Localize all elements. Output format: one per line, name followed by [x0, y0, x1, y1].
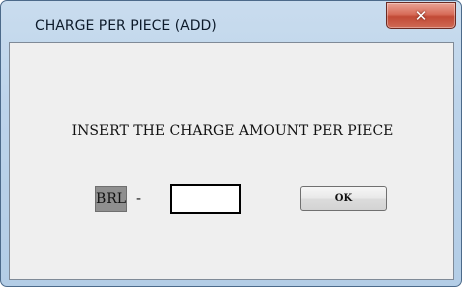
dialog-window: CHARGE PER PIECE (ADD) ✕ INSERT THE CHAR…: [0, 0, 462, 287]
ok-button[interactable]: OK: [300, 186, 387, 211]
currency-label: BRL: [95, 186, 127, 212]
amount-input[interactable]: [170, 184, 241, 214]
close-icon: ✕: [414, 6, 428, 25]
window-title: CHARGE PER PIECE (ADD): [35, 18, 217, 34]
separator-dash: -: [136, 189, 142, 207]
dialog-body: INSERT THE CHARGE AMOUNT PER PIECE BRL -…: [9, 42, 454, 280]
title-bar[interactable]: CHARGE PER PIECE (ADD) ✕: [1, 1, 461, 43]
prompt-label: INSERT THE CHARGE AMOUNT PER PIECE: [71, 123, 394, 139]
close-button[interactable]: ✕: [386, 2, 456, 29]
